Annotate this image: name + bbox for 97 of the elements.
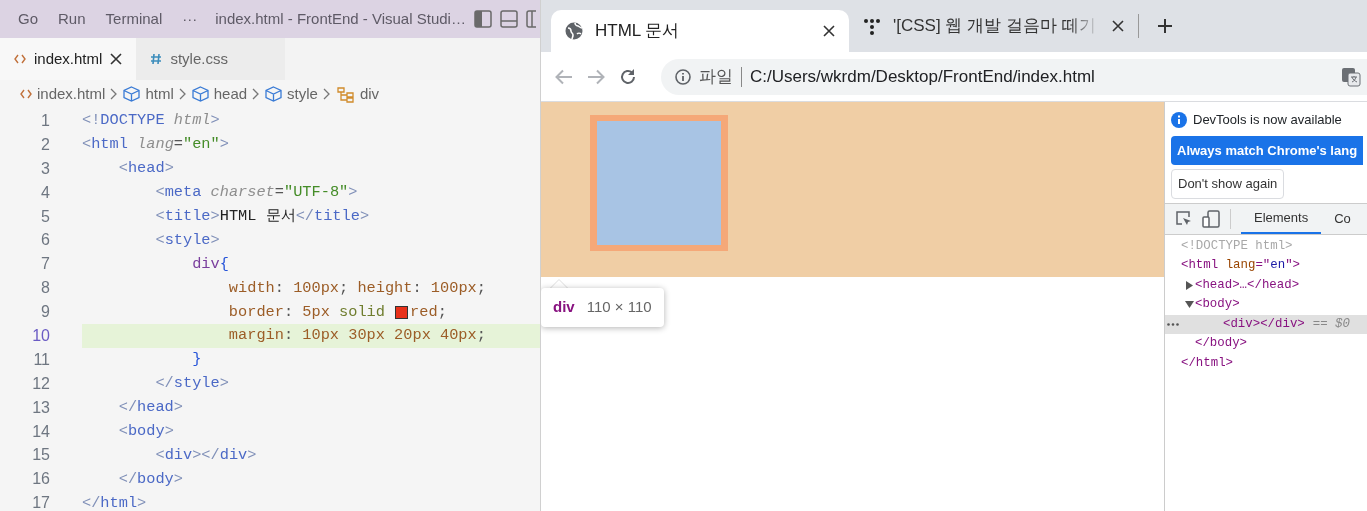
chevron-icon [252, 88, 261, 100]
menu-item[interactable]: ··· [172, 7, 208, 31]
node-text[interactable]: </html> [1181, 353, 1234, 373]
dots-icon [863, 17, 881, 35]
address-bar[interactable]: 파일 C:/Users/wkrdm/Desktop/FrontEnd/index.html [661, 58, 1367, 95]
selected-row[interactable]: <div></div> == $0 [1165, 314, 1367, 334]
menu-item[interactable]: Run [48, 7, 96, 31]
devtools-tab[interactable]: Elements [1241, 203, 1322, 234]
editor-tab[interactable]: style.css [136, 38, 286, 80]
cube-icon [265, 86, 283, 102]
node-text[interactable]: <head>…</head> [1195, 275, 1300, 295]
dont-show-button[interactable]: Don't show again [1171, 169, 1285, 199]
line-number: 16 [31, 469, 50, 490]
close-icon[interactable] [1112, 20, 1124, 32]
code-icon [14, 54, 26, 64]
code-text: <head> [117, 158, 174, 180]
code-text: <div></div> [154, 444, 257, 466]
tooltip-tag: div [553, 296, 575, 319]
editor-tab[interactable]: index.html [0, 38, 137, 80]
code-text: </body> [117, 468, 183, 490]
split-toggle-icon[interactable] [525, 10, 536, 28]
window-title: index.html - FrontEnd - Visual Studi… [215, 8, 466, 29]
menu-item[interactable]: Go [8, 7, 48, 31]
info-icon [1171, 111, 1187, 128]
code-text: } [191, 349, 202, 371]
breadcrumb-item[interactable]: head [213, 82, 248, 106]
globe-icon [565, 22, 583, 40]
node-reference: == $0 [1312, 315, 1350, 333]
line-number: 8 [40, 278, 50, 299]
color-swatch-icon[interactable] [395, 305, 409, 319]
tooltip-size: 110 × 110 [586, 297, 652, 317]
close-icon[interactable] [110, 53, 123, 65]
code-text: <meta charset="UTF-8"> [154, 182, 358, 204]
expanded-triangle-icon[interactable] [1185, 300, 1194, 310]
collapsed-triangle-icon[interactable] [1185, 280, 1194, 290]
breadcrumb-item[interactable]: html [145, 82, 174, 106]
code-text: width: 100px; height: 100px; [227, 277, 486, 299]
notice-text: DevTools is now available [1193, 111, 1342, 129]
line-number: 11 [32, 349, 50, 370]
plus-icon[interactable] [1157, 18, 1173, 34]
more-icon[interactable] [1167, 322, 1179, 326]
code-text: <!DOCTYPE html> [82, 110, 220, 132]
code-text: <html lang="en"> [82, 134, 229, 156]
line-number: 9 [40, 302, 50, 323]
line-number: 2 [40, 134, 50, 155]
line-number: 5 [40, 206, 50, 227]
node-text[interactable]: <body> [1195, 295, 1240, 315]
code-text: </style> [154, 373, 229, 395]
line-number: 4 [40, 182, 50, 203]
cube-icon [191, 86, 209, 102]
browser-tab[interactable]: HTML 문서 [551, 10, 849, 52]
node-text[interactable]: <div></div> [1223, 314, 1305, 334]
line-number: 13 [31, 397, 50, 418]
line-number: 12 [31, 373, 50, 394]
browser-tab[interactable]: '[CSS] 웹 개발 걸음마 떼기 [849, 14, 1139, 38]
code-text: <title>HTML 문서</title> [154, 206, 370, 228]
chevron-icon [178, 88, 187, 100]
code-text: <body> [117, 421, 174, 443]
line-number: 17 [31, 493, 50, 511]
cube-icon [123, 86, 141, 102]
line-number: 15 [31, 445, 50, 466]
line-number: 3 [40, 158, 50, 179]
code-icon [20, 89, 32, 99]
line-number: 14 [31, 421, 50, 442]
structure-icon [335, 85, 355, 103]
url-text: C:/Users/wkrdm/Desktop/FrontEnd/index.html [750, 65, 1096, 88]
scheme-label: 파일 [699, 65, 733, 88]
code-text: div{ [191, 253, 229, 275]
code-text: <style> [154, 229, 220, 251]
inspect-icon[interactable] [1175, 210, 1192, 227]
code-text: </html> [82, 492, 147, 511]
chevron-icon [110, 88, 119, 100]
node-text[interactable]: <html lang="en"> [1181, 256, 1300, 276]
chevron-icon [322, 88, 331, 100]
code-text: red; [410, 301, 447, 323]
panel-toggle-icon[interactable] [499, 10, 518, 28]
reload-icon[interactable] [619, 67, 637, 86]
line-number: 7 [40, 254, 50, 275]
code-text: border: 5px solid [227, 301, 386, 323]
devtools-tab[interactable]: Co [1321, 203, 1364, 234]
line-number: 10 [31, 325, 50, 346]
device-icon[interactable] [1202, 209, 1220, 228]
translate-icon[interactable] [1341, 66, 1361, 87]
sidebar-toggle-icon[interactable] [473, 10, 492, 28]
menu-item[interactable]: Terminal [95, 7, 173, 31]
code-text: </head> [117, 397, 183, 419]
always-match-button[interactable]: Always match Chrome's lang [1171, 135, 1364, 165]
breadcrumb-item[interactable]: div [359, 82, 380, 106]
node-text[interactable]: </body> [1195, 334, 1248, 354]
hash-icon [150, 53, 163, 65]
line-number: 1 [40, 110, 50, 131]
breadcrumb-item[interactable]: index.html [37, 82, 106, 106]
info-icon[interactable] [675, 68, 691, 85]
code-text: margin: 10px 30px 20px 40px; [227, 325, 486, 347]
line-number: 6 [40, 230, 50, 251]
breadcrumb-item[interactable]: style [287, 82, 318, 106]
close-icon[interactable] [823, 25, 835, 37]
